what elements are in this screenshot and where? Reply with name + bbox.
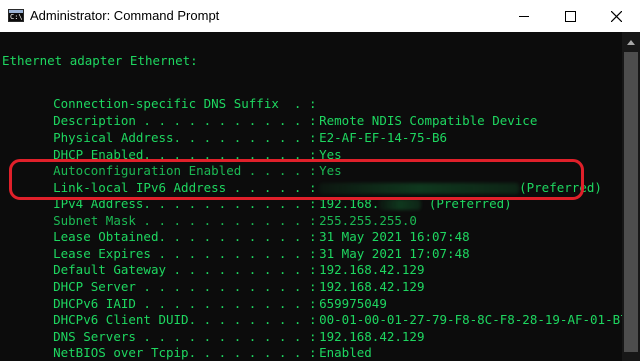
scroll-up-arrow-icon[interactable] xyxy=(627,40,635,45)
row-value: Enabled xyxy=(319,345,372,360)
close-button[interactable] xyxy=(593,0,639,32)
row-label: NetBIOS over Tcpip. . . . . . . . : xyxy=(53,345,317,360)
close-icon xyxy=(611,11,622,22)
vertical-scrollbar[interactable] xyxy=(622,32,640,361)
window-title: Administrator: Command Prompt xyxy=(30,8,220,23)
command-prompt-icon: C:\ xyxy=(8,9,24,22)
minimize-button[interactable] xyxy=(501,0,547,32)
maximize-icon xyxy=(565,11,576,22)
title-bar[interactable]: C:\ Administrator: Command Prompt xyxy=(0,0,640,32)
maximize-button[interactable] xyxy=(547,0,593,32)
app-icon-text: C:\ xyxy=(10,13,23,21)
console-row-netbios: NetBIOS over Tcpip. . . . . . . . : Enabl… xyxy=(23,330,613,361)
scroll-thumb[interactable] xyxy=(624,52,638,352)
adapter-heading: Ethernet adapter Ethernet: xyxy=(2,53,198,68)
highlight-annotation xyxy=(9,159,584,200)
minimize-icon xyxy=(519,16,529,17)
